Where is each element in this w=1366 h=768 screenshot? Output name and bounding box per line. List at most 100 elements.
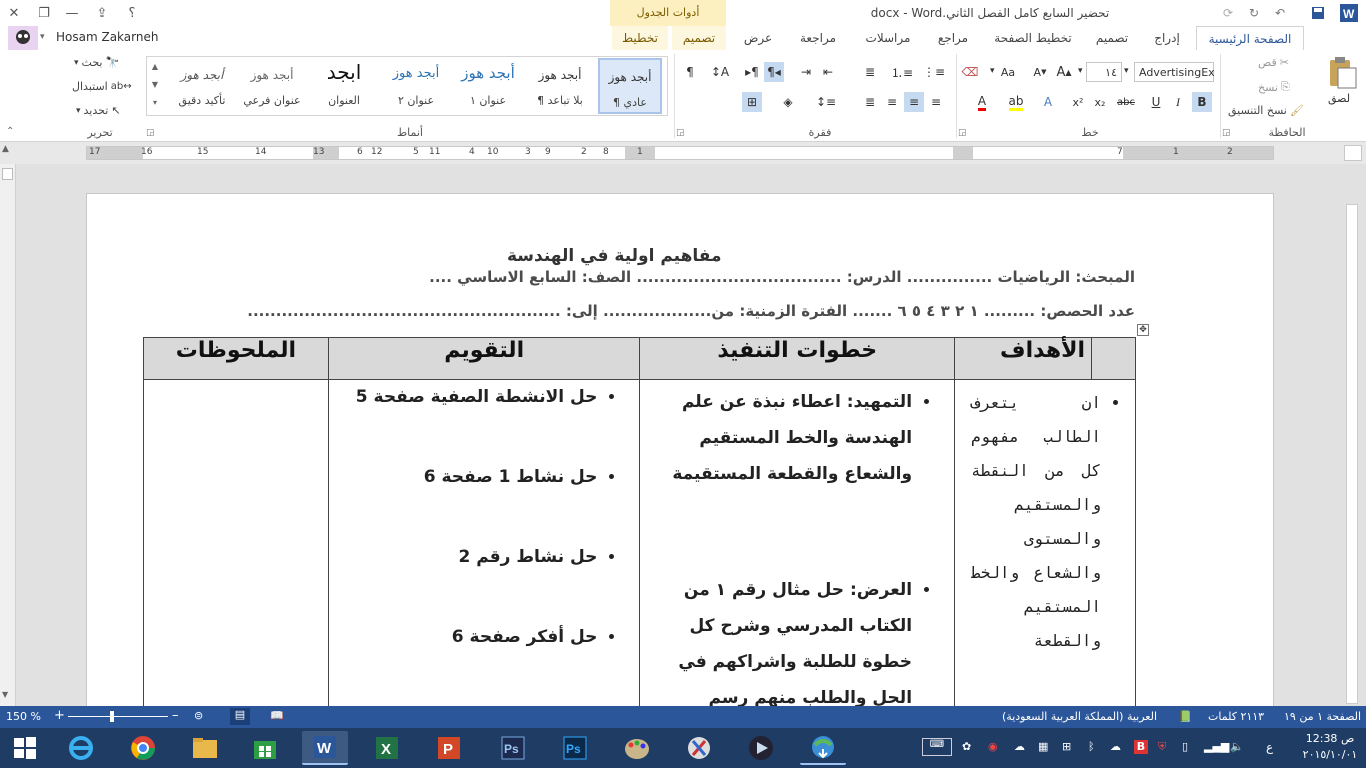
tab-design[interactable]: تصميم — [1086, 26, 1138, 50]
tab-view[interactable]: عرض — [736, 26, 780, 50]
text-effects-icon[interactable]: A — [1038, 92, 1058, 112]
tab-insert[interactable]: إدراج — [1144, 26, 1190, 50]
replace-button[interactable]: استبدال ab↔ — [72, 80, 132, 93]
zoom-slider-thumb[interactable] — [110, 711, 114, 722]
chrome-icon[interactable] — [120, 731, 166, 765]
tab-file[interactable]: ملف — [1310, 26, 1366, 50]
tray-app-icon[interactable]: ▦ — [1038, 740, 1048, 753]
style-heading-2[interactable]: أبجد هوز عنوان ٢ — [384, 58, 448, 114]
restore-icon[interactable]: ❐ — [30, 0, 58, 26]
tab-review[interactable]: مراجعة — [790, 26, 846, 50]
page-count[interactable]: الصفحة ١ من ١٩ — [1284, 710, 1361, 723]
photoshop-icon[interactable]: Ps — [490, 731, 536, 765]
tools-icon[interactable] — [676, 731, 722, 765]
vertical-scrollbar[interactable]: ▼ — [0, 164, 16, 706]
header-evaluation[interactable]: التقويم — [327, 337, 641, 380]
collapse-ribbon-icon[interactable]: ⌃ — [6, 126, 14, 137]
close-icon[interactable]: ✕ — [0, 0, 28, 26]
powerpoint-icon[interactable]: P — [426, 731, 472, 765]
proofing-icon[interactable]: 📗 — [1178, 710, 1192, 723]
sort-icon[interactable]: ↕A — [710, 62, 730, 82]
save-icon[interactable] — [1308, 4, 1328, 22]
ribbon-display-icon[interactable]: ⇪ — [88, 0, 116, 26]
network-icon[interactable]: ▂▄▆ — [1204, 740, 1229, 753]
bullets-icon[interactable]: ⋮≡ — [923, 62, 945, 82]
evaluation-item[interactable]: حل نشاط رقم 2 — [343, 546, 597, 568]
excel-icon[interactable]: X — [364, 731, 410, 765]
bold-icon[interactable]: B — [1192, 92, 1212, 112]
globe-download-icon[interactable] — [800, 731, 846, 765]
file-explorer-icon[interactable] — [182, 731, 228, 765]
clock-date[interactable]: ٢٠١٥/١٠/٠١ — [1296, 748, 1364, 761]
align-right-icon[interactable]: ≡ — [926, 92, 946, 112]
start-button-icon[interactable] — [2, 731, 48, 765]
paint-icon[interactable] — [614, 731, 660, 765]
borders-icon[interactable]: ⊞ — [742, 92, 762, 112]
tray-app-icon[interactable]: ◉ — [988, 740, 998, 753]
paste-icon[interactable] — [1326, 56, 1360, 90]
decrease-indent-icon[interactable]: ⇤ — [818, 62, 838, 82]
style-subtle-emphasis[interactable]: أبجد هوز تأكيد دقيق — [170, 58, 234, 114]
cell-objectives[interactable]: ان يتعرف الطالب مفهوم كل من النقطة والمس… — [954, 379, 1136, 706]
shading-icon[interactable]: ◈ — [778, 92, 798, 112]
internet-explorer-icon[interactable] — [58, 731, 104, 765]
language-indicator[interactable]: العربية (المملكة العربية السعودية) — [1002, 710, 1157, 723]
tray-app-icon[interactable]: ⊞ — [1062, 740, 1071, 753]
paste-button[interactable]: لصق — [1328, 92, 1350, 105]
clipboard-launcher-icon[interactable]: ◲ — [1222, 128, 1231, 138]
grow-font-icon[interactable]: A ▲ — [1054, 62, 1074, 82]
header-steps[interactable]: خطوات التنفيذ — [639, 337, 956, 380]
step-item[interactable]: التمهيد: اعطاء نبذة عن علم الهندسة والخط… — [654, 384, 912, 492]
font-launcher-icon[interactable]: ◲ — [958, 128, 967, 138]
tab-mailings[interactable]: مراسلات — [856, 26, 920, 50]
document-heading[interactable]: مفاهيم اولية في الهندسة — [507, 246, 722, 266]
font-size-dropdown-icon[interactable]: ▾ — [1078, 66, 1083, 76]
user-name[interactable]: Hosam Zakarneh — [56, 30, 158, 44]
input-language-indicator[interactable]: ع — [1266, 740, 1273, 754]
account-dropdown-icon[interactable]: ▾ — [40, 32, 45, 42]
print-layout-icon[interactable]: ▤ — [230, 708, 250, 725]
shield-icon[interactable]: ⛨ — [1158, 740, 1166, 754]
highlight-icon[interactable]: ab — [1006, 92, 1026, 112]
gallery-scroll[interactable]: ▲ ▼ ▾ — [148, 58, 162, 114]
copy-button[interactable]: نسخ ⎘ — [1258, 80, 1290, 94]
step-item[interactable]: العرض: حل مثال رقم ١ من الكتاب المدرسي و… — [654, 572, 912, 706]
italic-icon[interactable]: I — [1168, 92, 1188, 112]
increase-indent-icon[interactable]: ⇥ — [796, 62, 816, 82]
cut-button[interactable]: قص ✂ — [1258, 56, 1289, 69]
tab-references[interactable]: مراجع — [928, 26, 978, 50]
style-normal[interactable]: أبجد هوز ¶ عادي — [598, 58, 662, 114]
evaluation-item[interactable]: حل الانشطة الصفية صفحة 5 — [343, 386, 598, 408]
shrink-font-icon[interactable]: A ▼ — [1030, 62, 1050, 82]
format-painter-button[interactable]: نسخ التنسيق 🖌 — [1228, 104, 1304, 117]
zoom-level[interactable]: 150 % — [6, 710, 41, 723]
tab-home[interactable]: الصفحة الرئيسية — [1196, 26, 1304, 50]
change-case-icon[interactable]: Aa — [998, 62, 1018, 82]
zoom-in-icon[interactable]: + — [54, 708, 65, 723]
zoom-slider-track[interactable] — [68, 716, 168, 717]
photoshop-icon[interactable]: Ps — [552, 731, 598, 765]
document-line-sessions[interactable]: عدد الحصص: ......... ١ ٢ ٣ ٤ ٥ ٦ .......… — [147, 302, 1135, 320]
tab-page-layout[interactable]: تخطيط الصفحة — [988, 26, 1078, 50]
document-page[interactable]: مفاهيم اولية في الهندسة المبحث: الرياضيا… — [86, 193, 1274, 706]
underline-icon[interactable]: U — [1146, 92, 1166, 112]
subscript-icon[interactable]: x₂ — [1090, 92, 1110, 112]
font-name-dropdown-icon[interactable]: ▾ — [1124, 66, 1129, 76]
font-size-input[interactable]: ١٤ — [1086, 62, 1122, 82]
tray-app-icon[interactable]: ✿ — [962, 740, 971, 753]
paragraph-launcher-icon[interactable]: ◲ — [676, 128, 685, 138]
document-line-subject[interactable]: المبحث: الرياضيات ............... الدرس:… — [147, 268, 1135, 286]
store-icon[interactable] — [242, 731, 288, 765]
cell-notes[interactable] — [143, 379, 329, 706]
zoom-out-icon[interactable]: – — [172, 708, 179, 723]
scroll-down-icon[interactable]: ▼ — [2, 690, 8, 699]
evaluation-item[interactable]: حل نشاط 1 صفحة 6 — [343, 466, 598, 488]
superscript-icon[interactable]: x² — [1068, 92, 1088, 112]
word-taskbar-icon[interactable]: W — [302, 731, 348, 765]
help-icon[interactable]: ؟ — [118, 0, 146, 26]
tray-app-icon[interactable]: B — [1134, 740, 1148, 754]
style-title[interactable]: ابجد العنوان — [312, 58, 376, 114]
keyboard-icon[interactable]: ⌨ — [922, 738, 952, 756]
font-color-icon[interactable]: A — [972, 92, 992, 112]
tab-table-design[interactable]: تصميم — [672, 26, 726, 50]
